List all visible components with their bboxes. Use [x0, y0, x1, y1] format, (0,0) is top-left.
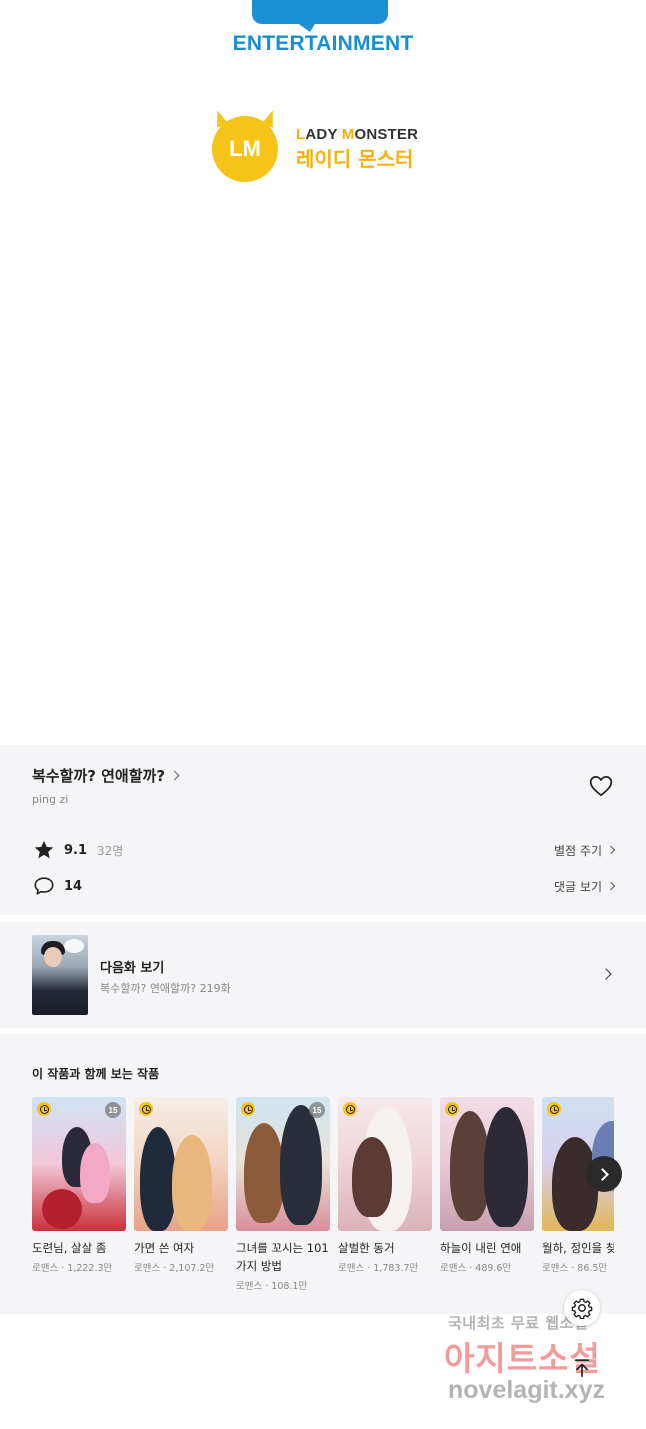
- work-author: ping zi: [32, 793, 69, 806]
- lady-monster-ko-text: 레이디 몬스터: [296, 147, 414, 171]
- next-episode-subtitle: 복수할까? 연애할까? 219화: [100, 982, 231, 995]
- comment-icon: [34, 877, 54, 895]
- carousel-next-button[interactable]: [586, 1156, 622, 1192]
- entertainment-logo-text: ENTERTAINMENT: [232, 32, 414, 55]
- view-comments-button[interactable]: 댓글 보기: [554, 878, 616, 895]
- card-title: 월하, 정인을 찾다: [542, 1241, 614, 1255]
- settings-button[interactable]: [564, 1290, 600, 1326]
- recommendation-card[interactable]: 살벌한 동거 로맨스 · 1,783.7만: [338, 1097, 432, 1274]
- card-meta: 로맨스 · 86.5만: [542, 1263, 608, 1274]
- chevron-right-icon: [600, 968, 612, 980]
- recommendation-card[interactable]: 하늘이 내린 연애 로맨스 · 489.6만: [440, 1097, 534, 1274]
- viewer-page: ENTERTAINMENT LM LADY MONSTER 레이디 몬스터 복수…: [0, 0, 646, 1429]
- lady-monster-en-text: LADY MONSTER: [296, 126, 419, 143]
- next-episode-thumbnail: [32, 935, 88, 1015]
- work-info-panel: 복수할까? 연애할까? ping zi 9.1 32명 별점 주기 14 댓글 …: [0, 745, 646, 915]
- recommendation-card[interactable]: 가면 쓴 여자 로맨스 · 2,107.2만: [134, 1097, 228, 1274]
- recommendation-card[interactable]: 15 그녀를 꼬시는 101가지 방법 로맨스 · 108.1만: [236, 1097, 330, 1292]
- card-meta: 로맨스 · 108.1만: [236, 1281, 308, 1292]
- work-title-link[interactable]: 복수할까? 연애할까?: [32, 765, 180, 786]
- card-title: 도련님, 살살 좀: [32, 1241, 107, 1255]
- rating-value: 9.1: [64, 842, 88, 858]
- recommendations-section: 이 작품과 함께 보는 작품 15 도련님, 살살 좀 로맨스 · 1,222.…: [0, 1034, 646, 1314]
- clock-icon: [37, 1102, 51, 1116]
- cover-image: 15: [32, 1097, 126, 1231]
- card-meta: 로맨스 · 1,783.7만: [338, 1263, 419, 1274]
- clock-icon: [445, 1102, 459, 1116]
- chevron-right-icon: [596, 1167, 609, 1181]
- scroll-to-top-button[interactable]: [566, 1352, 598, 1384]
- comment-count: 14: [64, 878, 83, 894]
- next-episode-card[interactable]: 다음화 보기 복수할까? 연애할까? 219화: [0, 922, 646, 1028]
- watermark: 국내최초 무료 웹소설 아지트소설 novelagit.xyz: [440, 1312, 630, 1416]
- lady-monster-logo: LM LADY MONSTER 레이디 몬스터: [211, 108, 432, 182]
- heart-icon[interactable]: [588, 773, 614, 799]
- chevron-right-icon: [606, 881, 616, 891]
- card-title: 그녀를 꼬시는 101가지 방법: [236, 1241, 329, 1273]
- card-title: 살벌한 동거: [338, 1241, 395, 1255]
- clock-icon: [547, 1102, 561, 1116]
- cover-image: 15: [236, 1097, 330, 1231]
- recommendations-heading: 이 작품과 함께 보는 작품: [32, 1067, 160, 1081]
- clock-icon: [343, 1102, 357, 1116]
- gear-icon: [571, 1298, 593, 1319]
- card-title: 가면 쓴 여자: [134, 1241, 195, 1255]
- next-episode-label: 다음화 보기: [100, 961, 165, 976]
- clock-icon: [241, 1102, 255, 1116]
- rate-button[interactable]: 별점 주기: [554, 842, 616, 859]
- star-icon: [34, 840, 54, 859]
- speech-bubble-logo-shape: [252, 0, 388, 24]
- rating-count: 32명: [97, 843, 124, 858]
- arrow-up-to-top-icon: [574, 1359, 590, 1378]
- work-title: 복수할까? 연애할까?: [32, 767, 166, 785]
- card-title: 하늘이 내린 연애: [440, 1241, 522, 1255]
- comment-row: 14 댓글 보기: [32, 875, 616, 897]
- chevron-right-icon: [606, 845, 616, 855]
- card-meta: 로맨스 · 489.6만: [440, 1263, 512, 1274]
- age-rating-badge: 15: [105, 1102, 121, 1118]
- cover-image: [338, 1097, 432, 1231]
- cover-image: [440, 1097, 534, 1231]
- age-rating-badge: 15: [309, 1102, 325, 1118]
- clock-icon: [139, 1102, 153, 1116]
- card-meta: 로맨스 · 2,107.2만: [134, 1263, 215, 1274]
- recommendation-card[interactable]: 15 도련님, 살살 좀 로맨스 · 1,222.3만: [32, 1097, 126, 1274]
- chevron-right-icon: [169, 770, 180, 781]
- lady-monster-mark: LM: [212, 116, 278, 182]
- recommendations-carousel[interactable]: 15 도련님, 살살 좀 로맨스 · 1,222.3만 가면 쓴 여자 로맨스 …: [32, 1097, 614, 1307]
- rating-row: 9.1 32명 별점 주기: [32, 839, 616, 861]
- entertainment-logo: ENTERTAINMENT: [0, 0, 646, 70]
- card-meta: 로맨스 · 1,222.3만: [32, 1263, 113, 1274]
- cover-image: [134, 1097, 228, 1231]
